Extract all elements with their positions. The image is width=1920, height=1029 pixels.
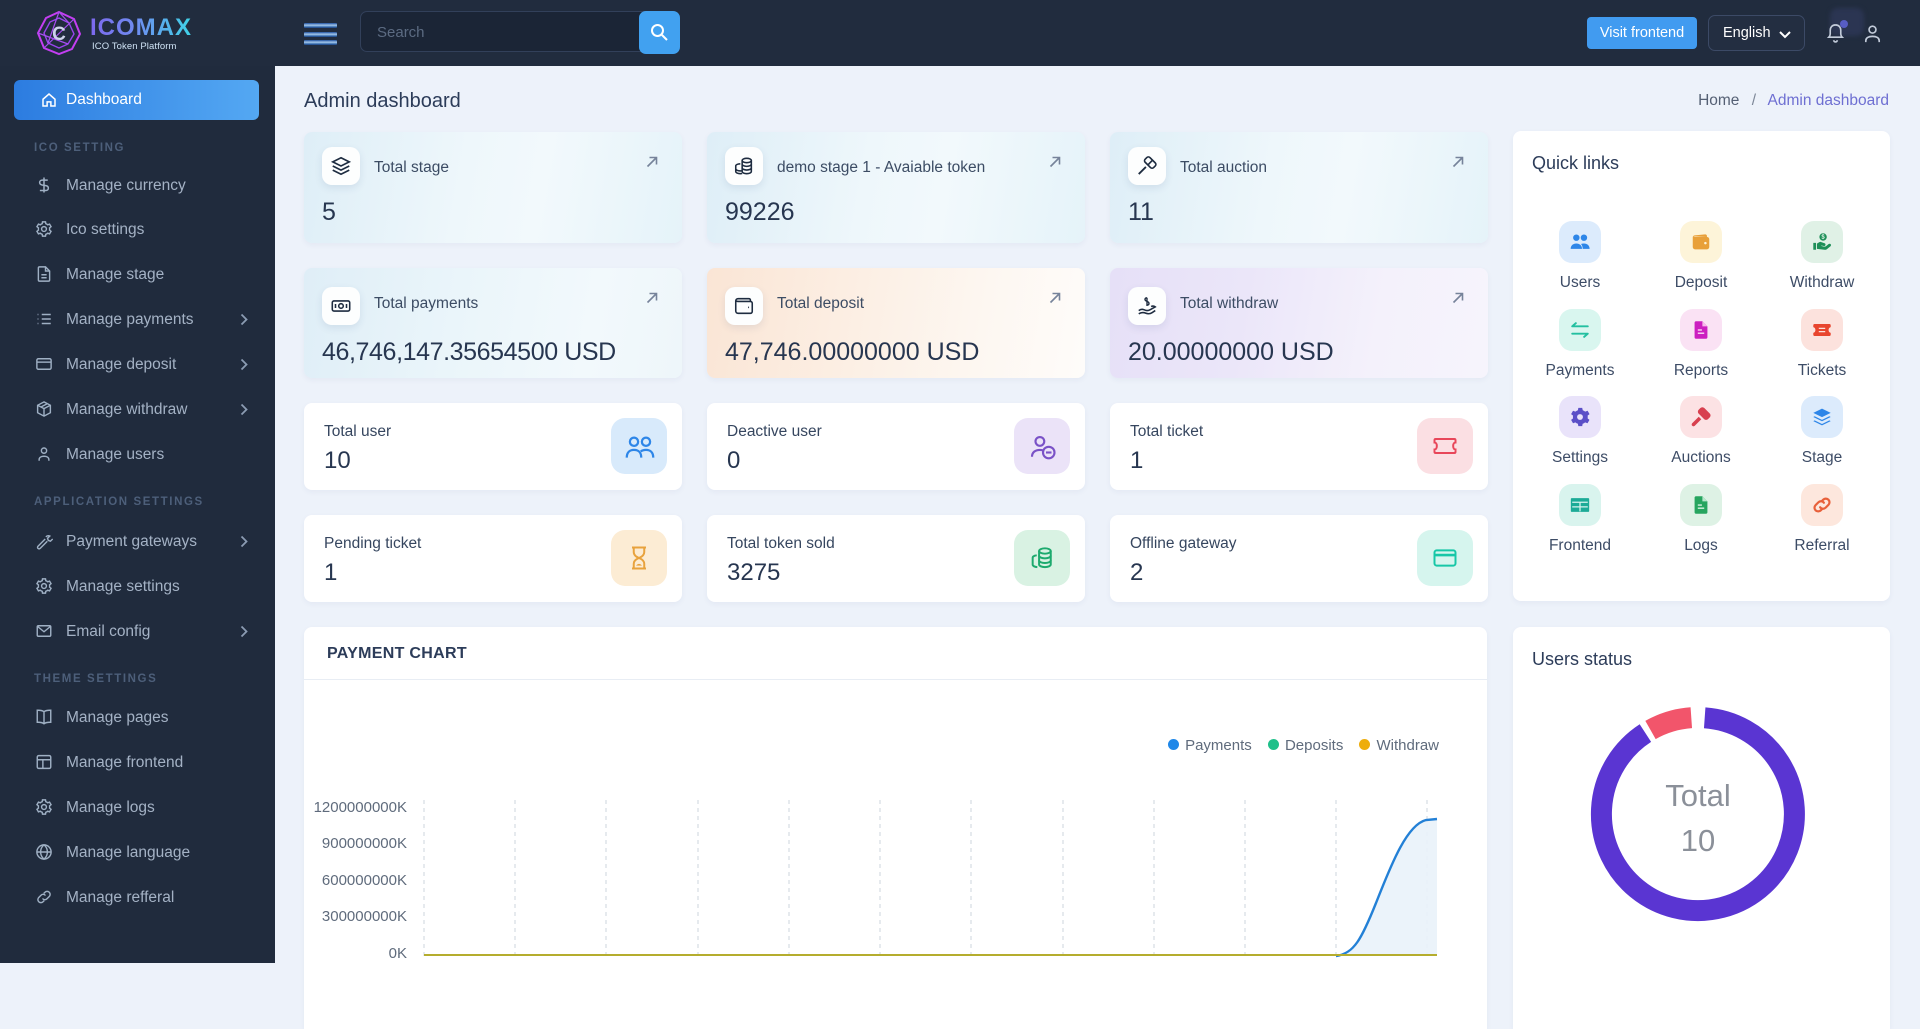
svg-text:Total: Total — [1665, 778, 1730, 813]
svg-text:300000000K: 300000000K — [322, 908, 407, 925]
svg-text:0K: 0K — [389, 945, 407, 962]
svg-text:C: C — [52, 24, 66, 45]
svg-text:600000000K: 600000000K — [322, 872, 407, 889]
svg-text:900000000K: 900000000K — [322, 835, 407, 852]
svg-text:1200000000K: 1200000000K — [314, 799, 407, 816]
svg-text:10: 10 — [1681, 823, 1715, 858]
